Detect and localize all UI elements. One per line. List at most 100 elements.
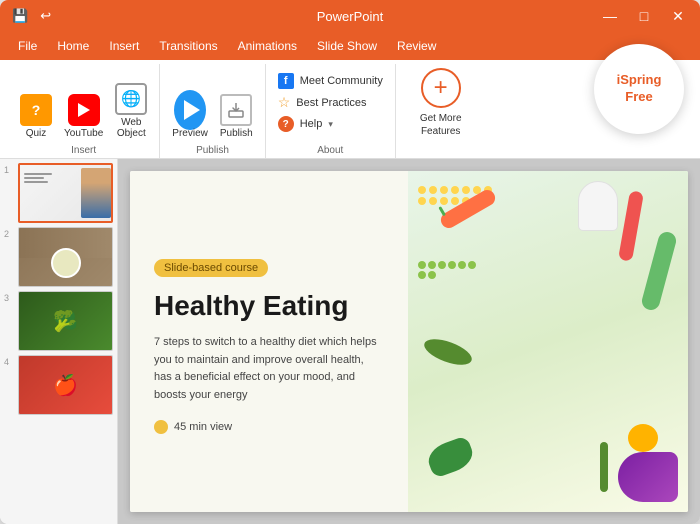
about-items: f Meet Community ☆ Best Practices ? Help…: [274, 68, 387, 141]
webobject-label: WebObject: [117, 117, 146, 139]
main-slide: Slide-based course Healthy Eating 7 step…: [130, 171, 688, 512]
menu-review[interactable]: Review: [387, 35, 446, 57]
thumb1-line3: [24, 181, 48, 183]
youtube-label: YouTube: [64, 128, 103, 139]
slide-course-badge: Slide-based course: [154, 259, 268, 277]
window-title: PowerPoint: [317, 9, 383, 24]
meet-community-link[interactable]: f Meet Community: [274, 72, 387, 90]
get-more-features-button[interactable]: + Get More Features: [412, 64, 470, 142]
slide-number-4: 4: [4, 355, 14, 367]
slide-item-3[interactable]: 3 🥦: [4, 291, 113, 351]
insert-group-label: Insert: [71, 145, 96, 156]
slide-number-2: 2: [4, 227, 14, 239]
get-more-label: Get More Features: [420, 112, 462, 138]
ispring-free-badge[interactable]: iSpring Free: [594, 44, 684, 134]
menu-slideshow[interactable]: Slide Show: [307, 35, 387, 57]
slide-content-left: Slide-based course Healthy Eating 7 step…: [130, 171, 408, 512]
rosemary-decoration: [600, 442, 608, 492]
preview-label: Preview: [172, 128, 208, 139]
thumb3-veg-icon: 🥦: [53, 309, 78, 334]
slide-item-2[interactable]: 2: [4, 227, 113, 287]
thumb1-text-lines: [24, 173, 52, 183]
cucumber-decoration: [640, 230, 678, 312]
help-dropdown-icon: ▾: [328, 119, 333, 130]
slide-description: 7 steps to switch to a healthy diet whic…: [154, 334, 384, 404]
slide-duration: 45 min view: [154, 420, 384, 434]
quiz-icon: ?: [20, 94, 52, 126]
quiz-button[interactable]: ? Quiz: [16, 92, 56, 141]
yellow-tomato-decoration: [628, 424, 658, 452]
menu-insert[interactable]: Insert: [99, 35, 149, 57]
slide-thumbnail-4[interactable]: 🍎: [18, 355, 113, 415]
slide-image-right: [408, 171, 688, 512]
app-window: 💾 ↩ PowerPoint — □ ✕ File Home Insert Tr…: [0, 0, 700, 524]
get-more-section: + Get More Features: [396, 64, 486, 158]
menu-transitions[interactable]: Transitions: [149, 35, 227, 57]
youtube-icon-area: [68, 94, 100, 126]
slide-item-1[interactable]: 1: [4, 163, 113, 223]
main-area: 1 2: [0, 159, 700, 524]
slide-view: Slide-based course Healthy Eating 7 step…: [118, 159, 700, 524]
yball10: [440, 197, 448, 205]
yball1: [418, 186, 426, 194]
best-practices-link[interactable]: ☆ Best Practices: [274, 93, 387, 112]
close-button[interactable]: ✕: [664, 6, 692, 26]
yball11: [451, 197, 459, 205]
help-icon: ?: [278, 116, 294, 132]
yball9: [429, 197, 437, 205]
slide-number-3: 3: [4, 291, 14, 303]
leaf-decoration: [424, 435, 477, 479]
menu-animations[interactable]: Animations: [228, 35, 307, 57]
webobject-button[interactable]: 🌐 WebObject: [111, 81, 151, 141]
publish-group-label: Publish: [196, 145, 229, 156]
slide-number-1: 1: [4, 163, 14, 175]
quiz-icon-area: ?: [20, 94, 52, 126]
publish-icon: [220, 94, 252, 126]
menu-home[interactable]: Home: [47, 35, 99, 57]
publish-button[interactable]: Publish: [216, 92, 257, 141]
title-bar-left: 💾 ↩: [8, 6, 55, 26]
yball3: [440, 186, 448, 194]
duration-text: 45 min view: [174, 421, 232, 433]
ribbon-group-publish: Preview Publish Publish: [160, 64, 265, 158]
plus-circle-icon: +: [421, 68, 461, 108]
yball8: [418, 197, 426, 205]
slide-thumbnail-1[interactable]: [18, 163, 113, 223]
thumb2-plate: [51, 248, 81, 278]
ribbon-publish-items: Preview Publish: [168, 68, 256, 141]
ribbon-group-about: f Meet Community ☆ Best Practices ? Help…: [266, 64, 396, 158]
yball4: [451, 186, 459, 194]
preview-button[interactable]: Preview: [168, 92, 212, 141]
maximize-button[interactable]: □: [630, 6, 658, 26]
menu-bar: File Home Insert Transitions Animations …: [0, 32, 700, 60]
save-icon[interactable]: 💾: [8, 6, 32, 26]
slide-thumbnail-3[interactable]: 🥦: [18, 291, 113, 351]
thumb1-line2: [24, 177, 44, 179]
youtube-icon: [68, 94, 100, 126]
minimize-button[interactable]: —: [596, 6, 624, 26]
ispring-badge-text: iSpring Free: [617, 72, 662, 106]
facebook-icon: f: [278, 73, 294, 89]
veg-container: [408, 171, 688, 512]
menu-file[interactable]: File: [8, 35, 47, 57]
window-controls: — □ ✕: [596, 6, 692, 26]
duration-dot-icon: [154, 420, 168, 434]
preview-icon-area: [174, 94, 206, 126]
publish-icon-area: [220, 94, 252, 126]
thumb1-line1: [24, 173, 52, 175]
undo-icon[interactable]: ↩: [36, 6, 55, 26]
slide-item-4[interactable]: 4 🍎: [4, 355, 113, 415]
help-link[interactable]: ? Help ▾: [274, 115, 387, 133]
slide-thumbnail-2[interactable]: [18, 227, 113, 287]
yball5: [462, 186, 470, 194]
youtube-button[interactable]: YouTube: [60, 92, 107, 141]
star-icon: ☆: [278, 94, 291, 111]
slide-title: Healthy Eating: [154, 289, 384, 323]
yball2: [429, 186, 437, 194]
title-bar: 💾 ↩ PowerPoint — □ ✕: [0, 0, 700, 32]
publish-label: Publish: [220, 128, 253, 139]
quiz-label: Quiz: [26, 128, 47, 139]
webobject-icon: 🌐: [115, 83, 147, 115]
ribbon-group-insert: ? Quiz YouTube 🌐 WebObject Inse: [8, 64, 160, 158]
preview-icon: [174, 90, 206, 130]
